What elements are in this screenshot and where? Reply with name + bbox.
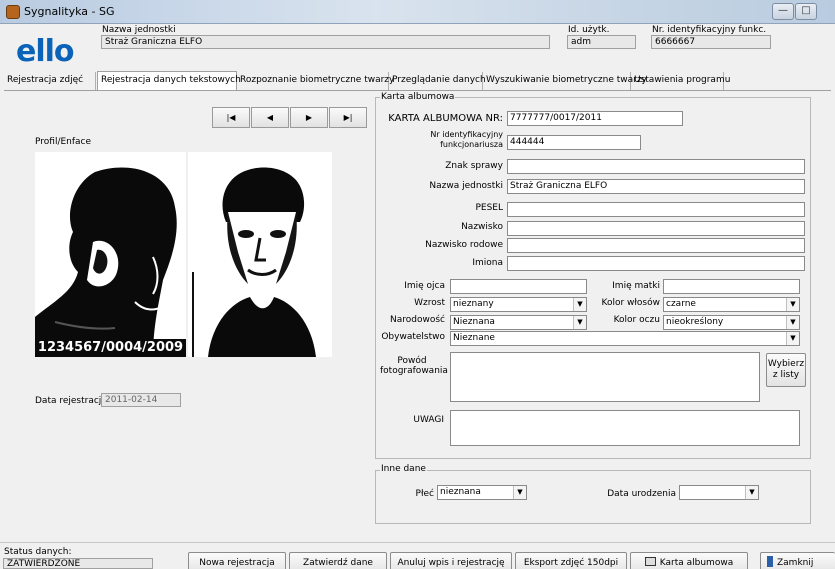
family-name-field[interactable] (507, 238, 805, 253)
family-name-label: Nazwisko rodowe (425, 240, 503, 250)
door-icon (767, 556, 773, 567)
tab-biometric-face-search[interactable]: Wyszukiwanie biometryczne twarzy (483, 72, 647, 90)
previous-record-button[interactable]: ◀ (251, 107, 289, 128)
photo-reason-label-line1: Powód (397, 356, 427, 366)
choose-from-list-line2: z listy (772, 370, 800, 380)
case-mark-field[interactable] (507, 159, 805, 174)
mother-name-label: Imię matki (612, 281, 660, 291)
photo-caption: 1234567/0004/2009 (35, 339, 186, 357)
officer-id-header-value: 6666667 (651, 35, 771, 49)
notes-label: UWAGI (413, 415, 444, 425)
other-data-group-title: Inne dane (380, 464, 427, 474)
nationality-select-value: Nieznana (453, 317, 495, 327)
first-names-label: Imiona (472, 258, 503, 268)
album-card-group (375, 97, 811, 459)
ello-logo: ello (16, 34, 75, 69)
unit-header-value: Straż Graniczna ELFO (101, 35, 550, 49)
officer-id-field[interactable]: 444444 (507, 135, 641, 150)
chevron-down-icon: ▼ (745, 486, 758, 499)
officer-id-label-line1: Nr identyfikacyjny (430, 130, 503, 139)
chevron-down-icon: ▼ (513, 486, 526, 499)
height-select[interactable]: nieznany ▼ (450, 297, 587, 312)
citizenship-select[interactable]: Nieznane ▼ (450, 331, 800, 346)
window-title: Sygnalityka - SG (24, 5, 115, 18)
user-id-value: adm (567, 35, 636, 49)
chevron-down-icon: ▼ (786, 332, 799, 345)
first-names-field[interactable] (507, 256, 805, 271)
choose-from-list-line1: Wybierz (767, 359, 805, 369)
album-number-field[interactable]: 7777777/0017/2011 (507, 111, 683, 126)
close-app-button-label: Zamknij (777, 558, 814, 568)
unit-header-label: Nazwa jednostki (102, 25, 176, 35)
profile-photo: 1234567/0004/2009 (35, 152, 186, 357)
surname-label: Nazwisko (461, 222, 503, 232)
first-record-button[interactable]: |◀ (212, 107, 250, 128)
album-number-label: KARTA ALBUMOWA NR: (388, 113, 503, 124)
unit-name-label: Nazwa jednostki (429, 181, 503, 191)
father-name-field[interactable] (450, 279, 587, 294)
sex-label: Płeć (415, 489, 434, 499)
eye-color-select-value: nieokreślony (666, 317, 724, 327)
tab-data-browsing[interactable]: Przeglądanie danych (389, 72, 486, 90)
chevron-down-icon: ▼ (573, 298, 586, 311)
height-label: Wzrost (414, 298, 445, 308)
height-select-value: nieznany (453, 299, 494, 309)
data-status-label: Status danych: (4, 547, 72, 557)
notes-field[interactable] (450, 410, 800, 446)
pesel-field[interactable] (507, 202, 805, 217)
chevron-down-icon: ▼ (786, 316, 799, 329)
data-status-value: ZATWIERDZONE (3, 558, 153, 569)
album-card-button[interactable]: Karta albumowa (630, 552, 748, 569)
birth-date-picker[interactable]: ▼ (679, 485, 759, 500)
hair-color-label: Kolor włosów (601, 298, 660, 308)
printer-icon (644, 557, 656, 566)
window-titlebar (0, 0, 835, 24)
officer-id-header-label: Nr. identyfikacyjny funkc. (652, 25, 767, 35)
enface-photo (188, 152, 332, 357)
minimize-button[interactable]: — (772, 3, 794, 20)
father-name-label: Imię ojca (404, 281, 445, 291)
unit-name-field[interactable]: Straż Graniczna ELFO (507, 179, 805, 194)
app-icon (6, 5, 20, 19)
album-card-group-title: Karta albumowa (380, 92, 456, 102)
maximize-button[interactable]: □ (795, 3, 817, 20)
nationality-select[interactable]: Nieznana ▼ (450, 315, 587, 330)
citizenship-label: Obywatelstwo (381, 332, 445, 342)
photo-reason-field[interactable] (450, 352, 760, 402)
officer-id-label-line2: funkcjonariusza (440, 140, 503, 149)
hair-color-select-value: czarne (666, 299, 696, 309)
choose-from-list-button[interactable]: Wybierz z listy (766, 353, 806, 387)
mother-name-field[interactable] (663, 279, 800, 294)
eye-color-label: Kolor oczu (613, 315, 660, 325)
last-record-button[interactable]: ▶| (329, 107, 367, 128)
export-photos-button[interactable]: Eksport zdjęć 150dpi (515, 552, 627, 569)
registration-date-field: 2011-02-14 (101, 393, 181, 407)
chevron-down-icon: ▼ (786, 298, 799, 311)
tab-program-settings[interactable]: Ustawienia programu (631, 72, 730, 90)
album-card-button-label: Karta albumowa (659, 558, 734, 568)
tab-biometric-face-recognition[interactable]: Rozpoznanie biometryczne twarzy (237, 72, 394, 90)
surname-field[interactable] (507, 221, 805, 236)
registration-date-label: Data rejestracji (35, 396, 104, 406)
photo-label: Profil/Enface (35, 137, 92, 147)
sex-select[interactable]: nieznana ▼ (437, 485, 527, 500)
confirm-data-button[interactable]: Zatwierdź dane (289, 552, 387, 569)
chevron-down-icon: ▼ (573, 316, 586, 329)
tab-text-data-registration[interactable]: Rejestracja danych tekstowych (97, 71, 241, 91)
sex-select-value: nieznana (440, 487, 481, 497)
cancel-entry-button[interactable]: Anuluj wpis i rejestrację (390, 552, 512, 569)
eye-color-select[interactable]: nieokreślony ▼ (663, 315, 800, 330)
hair-color-select[interactable]: czarne ▼ (663, 297, 800, 312)
case-mark-label: Znak sprawy (445, 161, 503, 171)
pesel-label: PESEL (475, 203, 503, 213)
tab-photo-registration[interactable]: Rejestracja zdjęć (4, 72, 96, 90)
birth-date-label: Data urodzenia (607, 489, 676, 499)
user-id-label: Id. użytk. (568, 25, 610, 35)
nationality-label: Narodowość (390, 315, 445, 325)
close-app-button[interactable]: Zamknij (760, 552, 835, 569)
new-registration-button[interactable]: Nowa rejestracja (188, 552, 286, 569)
citizenship-select-value: Nieznane (453, 333, 495, 343)
photo-reason-label-line2: fotografowania (380, 366, 448, 376)
next-record-button[interactable]: ▶ (290, 107, 328, 128)
